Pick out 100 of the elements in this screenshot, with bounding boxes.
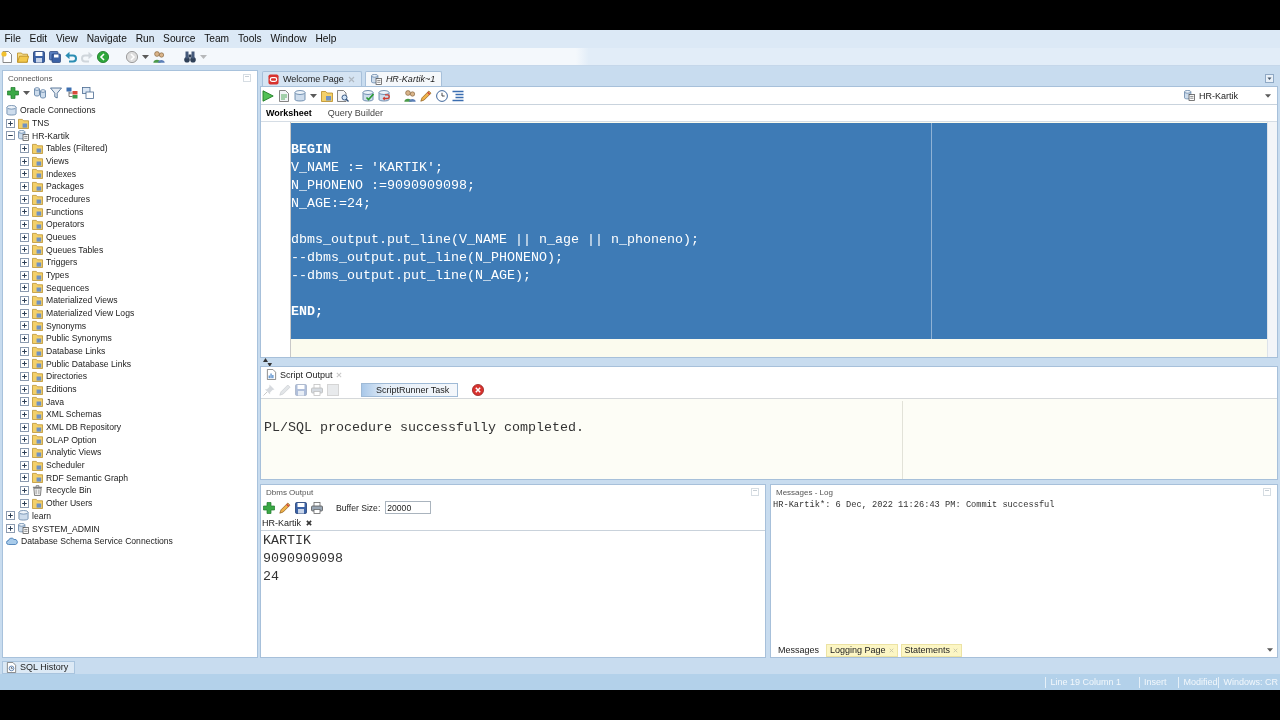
expand-icon[interactable] xyxy=(20,156,29,166)
code-editor[interactable]: BEGIN V_NAME := 'KARTIK'; N_PHONENO :=9090909098; N_AGE:=24; dbms_output.put_line(V_NAME || n_age || n_phoneno); --dbms_output.put_line(N_PHONENO); --dbms_output.put_line(N_AGE); END; xyxy=(291,122,1267,357)
menu-item[interactable]: File xyxy=(0,31,26,47)
collapse-icon[interactable] xyxy=(6,131,15,141)
tree-item[interactable]: Materialized Views xyxy=(46,294,118,307)
tree-item[interactable]: Public Database Links xyxy=(46,357,132,370)
expand-icon[interactable] xyxy=(20,498,29,508)
pencil-icon[interactable] xyxy=(279,501,291,514)
tree-item[interactable]: Queues Tables xyxy=(46,243,104,256)
tree-item[interactable]: SYSTEM_ADMIN xyxy=(32,522,100,535)
binoculars-icon[interactable] xyxy=(184,50,196,63)
add-icon[interactable] xyxy=(7,87,19,99)
database-icon[interactable] xyxy=(294,89,306,102)
expand-icon[interactable] xyxy=(20,283,29,293)
tree-item[interactable]: Triggers xyxy=(46,256,78,269)
expand-icon[interactable] xyxy=(20,295,29,305)
expand-icon[interactable] xyxy=(20,384,29,394)
expand-icon[interactable] xyxy=(20,460,29,470)
tree-item[interactable]: Database Schema Service Connections xyxy=(21,535,173,548)
expand-icon[interactable] xyxy=(20,473,29,483)
expand-icon[interactable] xyxy=(20,409,29,419)
tree-item[interactable]: Types xyxy=(46,269,69,282)
editor-tab[interactable]: Welcome Page xyxy=(262,71,362,86)
caret-icon[interactable] xyxy=(142,54,149,59)
tree-item[interactable]: Other Users xyxy=(46,497,93,510)
expand-icon[interactable] xyxy=(20,321,29,331)
sync-icon[interactable] xyxy=(34,87,46,99)
new-file-icon[interactable] xyxy=(1,50,13,63)
expand-icon[interactable] xyxy=(20,207,29,217)
tree-item[interactable]: Java xyxy=(46,395,65,408)
filter-icon[interactable] xyxy=(50,87,62,99)
menu-item[interactable]: Edit xyxy=(25,31,52,47)
expand-icon[interactable] xyxy=(20,181,29,191)
expand-icon[interactable] xyxy=(6,118,15,128)
menu-item[interactable]: Help xyxy=(311,31,341,47)
tree-item[interactable]: Analytic Views xyxy=(46,446,102,459)
tree-item[interactable]: XML DB Repository xyxy=(46,421,122,434)
print-icon[interactable] xyxy=(311,501,323,514)
stop-icon[interactable] xyxy=(472,383,485,396)
buffer-size-field[interactable]: 20000 xyxy=(385,501,432,514)
save-all-icon[interactable] xyxy=(49,50,61,63)
tree-item[interactable]: Procedures xyxy=(46,193,90,206)
menu-item[interactable]: Source xyxy=(158,31,200,47)
menu-item[interactable]: Tools xyxy=(233,31,267,47)
tree-item[interactable]: Sequences xyxy=(46,281,89,294)
sql-history-button[interactable]: SQL History xyxy=(2,660,76,674)
clock-icon[interactable] xyxy=(436,89,448,102)
tree-item[interactable]: Materialized View Logs xyxy=(46,307,135,320)
expand-icon[interactable] xyxy=(20,143,29,153)
expand-icon[interactable] xyxy=(20,270,29,280)
tree-item[interactable]: Tables (Filtered) xyxy=(46,142,108,155)
menu-item[interactable]: Navigate xyxy=(82,31,132,47)
expand-icon[interactable] xyxy=(20,346,29,356)
tree-item[interactable]: Oracle Connections xyxy=(20,104,96,117)
splitter-arrows-icon[interactable] xyxy=(263,357,272,367)
tree-item[interactable]: Operators xyxy=(46,218,85,231)
tree-item[interactable]: Views xyxy=(46,155,69,167)
save-icon[interactable] xyxy=(33,50,45,63)
expand-icon[interactable] xyxy=(20,435,29,445)
forward-icon[interactable] xyxy=(126,50,138,63)
tree-item[interactable]: Packages xyxy=(46,180,84,193)
tree-item[interactable]: Public Synonyms xyxy=(46,332,112,345)
undo-icon[interactable] xyxy=(65,50,77,63)
task-button[interactable]: ScriptRunner Task xyxy=(361,382,459,397)
expand-icon[interactable] xyxy=(20,245,29,255)
menu-item[interactable]: Run xyxy=(131,31,159,47)
editor-tab[interactable]: HR-Kartik~1 xyxy=(364,71,443,86)
tree-item[interactable]: TNS xyxy=(32,117,50,129)
expand-icon[interactable] xyxy=(20,194,29,204)
add-icon[interactable] xyxy=(263,501,275,514)
indent-lines-icon[interactable] xyxy=(452,89,464,102)
menu-item[interactable]: View xyxy=(51,31,83,47)
save-icon[interactable] xyxy=(295,501,307,514)
windows-icon[interactable] xyxy=(82,87,94,99)
people-icon[interactable] xyxy=(404,89,416,102)
expand-icon[interactable] xyxy=(20,447,29,457)
page-icon[interactable] xyxy=(278,89,290,102)
log-tab[interactable]: Logging Page xyxy=(826,643,898,657)
tree-item[interactable]: RDF Semantic Graph xyxy=(46,471,129,484)
expand-icon[interactable] xyxy=(20,333,29,343)
menu-item[interactable]: Window xyxy=(266,31,312,47)
expand-icon[interactable] xyxy=(20,371,29,381)
menu-item[interactable]: Team xyxy=(199,31,234,47)
tree-item[interactable]: Scheduler xyxy=(46,459,85,472)
tree-item[interactable]: Editions xyxy=(46,383,77,396)
back-icon[interactable] xyxy=(97,50,109,63)
connection-dropdown[interactable]: HR-Kartik xyxy=(1181,88,1273,103)
output-tab[interactable]: Script Output xyxy=(263,368,345,381)
expand-icon[interactable] xyxy=(20,232,29,242)
close-icon[interactable] xyxy=(306,520,312,526)
tree-item[interactable]: Indexes xyxy=(46,167,77,180)
caret-icon[interactable] xyxy=(310,93,317,98)
expand-icon[interactable] xyxy=(6,524,15,533)
expand-icon[interactable] xyxy=(20,219,29,229)
tree-item[interactable]: Recycle Bin xyxy=(46,484,92,497)
run-icon[interactable] xyxy=(262,89,274,102)
people-icon[interactable] xyxy=(153,50,165,63)
folder-icon[interactable] xyxy=(321,89,333,102)
caret-icon[interactable] xyxy=(1265,73,1274,83)
tree-item[interactable]: Functions xyxy=(46,205,84,218)
